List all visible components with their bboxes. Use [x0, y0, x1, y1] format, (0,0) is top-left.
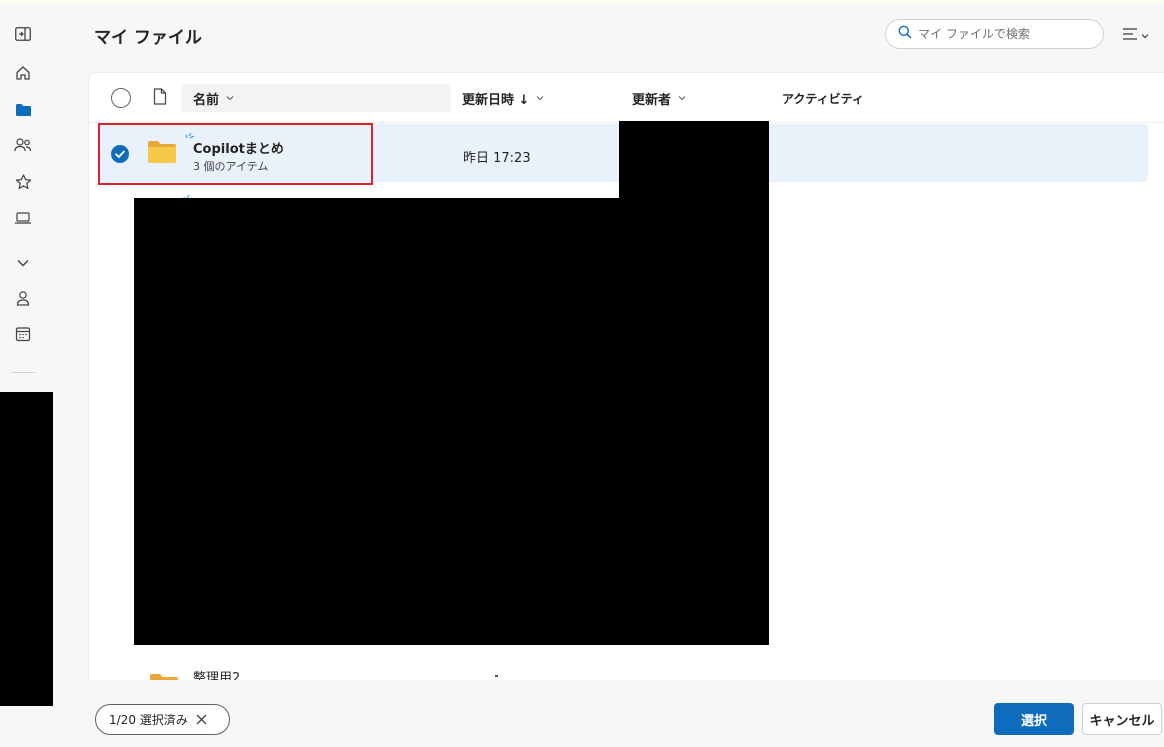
column-header-modified-by-label: 更新者 — [632, 92, 672, 108]
chevron-down-icon — [225, 92, 235, 105]
redacted-area — [619, 121, 769, 199]
search-input[interactable] — [918, 27, 1088, 41]
close-icon[interactable] — [196, 714, 207, 725]
select-all-checkbox[interactable] — [111, 88, 131, 108]
collapse-pane-icon[interactable] — [12, 23, 34, 45]
chevron-down-icon[interactable] — [12, 252, 34, 274]
search-icon — [898, 25, 912, 43]
top-strip — [0, 0, 1164, 4]
column-header-name-label: 名前 — [193, 92, 220, 108]
folder-icon — [147, 140, 177, 168]
redacted-area — [134, 198, 769, 645]
person-icon[interactable] — [12, 287, 34, 309]
column-header-activity: アクティビティ — [782, 84, 864, 112]
chevron-down-icon — [677, 92, 687, 105]
laptop-icon[interactable] — [12, 207, 34, 229]
column-header-modified-by[interactable]: 更新者 — [632, 84, 687, 112]
item-modified: 昨日 17:23 — [463, 151, 531, 166]
home-icon[interactable] — [12, 62, 34, 84]
calendar-icon[interactable] — [12, 323, 34, 345]
item-count: 3 個のアイテム — [193, 160, 269, 173]
chevron-down-icon — [1140, 29, 1150, 44]
redacted-area — [0, 392, 53, 706]
column-header-modified[interactable]: 更新日時 ↓ — [462, 84, 545, 112]
star-icon[interactable] — [12, 171, 34, 193]
list-view-icon — [1122, 27, 1140, 45]
column-header-modified-label: 更新日時 ↓ — [462, 92, 530, 108]
rail-divider — [11, 372, 35, 373]
column-header-row: 名前 更新日時 ↓ 更新者 アクティビティ — [89, 73, 1164, 123]
search-box[interactable] — [885, 19, 1104, 49]
cancel-button[interactable]: キャンセル — [1082, 703, 1162, 735]
selection-count-pill[interactable]: 1/20 選択済み — [95, 704, 230, 735]
selection-count: 1/20 選択済み — [109, 713, 188, 727]
folder-icon — [149, 673, 179, 680]
view-options-button[interactable] — [1122, 25, 1158, 47]
item-modified — [495, 675, 498, 677]
folder-icon[interactable] — [12, 99, 34, 121]
item-name[interactable]: Copilotまとめ — [193, 138, 284, 157]
checkmark-icon[interactable] — [111, 145, 129, 163]
select-button[interactable]: 選択 — [994, 703, 1074, 735]
table-row[interactable]: 整理用2 — [141, 667, 741, 680]
file-type-icon — [153, 88, 167, 109]
item-name[interactable]: 整理用2 — [193, 667, 240, 680]
column-header-name[interactable]: 名前 — [181, 84, 451, 112]
people-icon[interactable] — [12, 134, 34, 156]
page-title: マイ ファイル — [94, 28, 202, 48]
column-header-activity-label: アクティビティ — [782, 91, 864, 106]
chevron-down-icon — [535, 92, 545, 105]
